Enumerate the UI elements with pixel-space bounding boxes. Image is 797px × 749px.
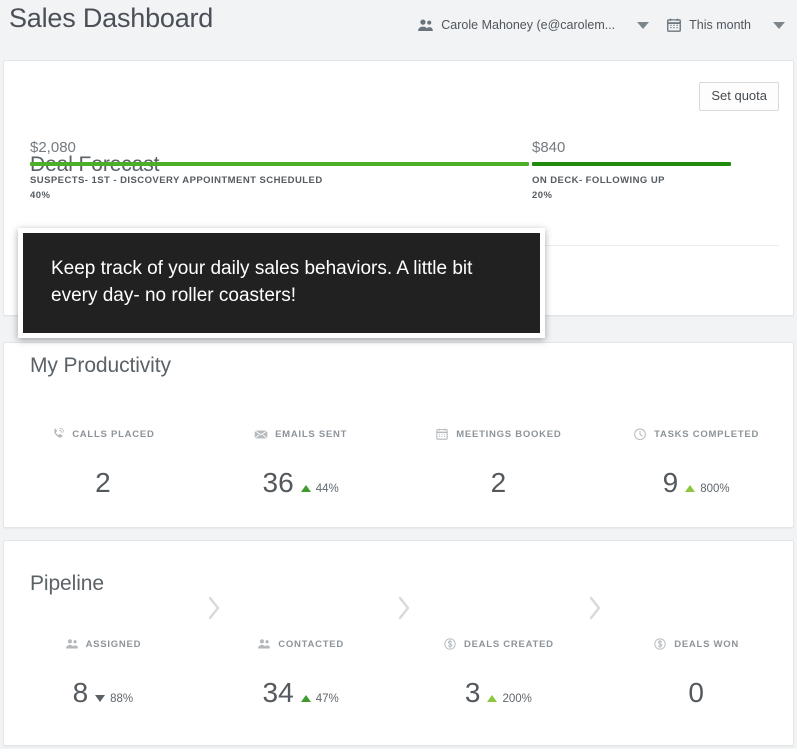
user-filter-label: Carole Mahoney (e@carolem... <box>441 18 616 32</box>
chevron-right-icon <box>587 593 604 623</box>
calendar-icon <box>435 427 449 441</box>
pipeline-stage-value-row: 34 47% <box>263 679 339 707</box>
triangle-up-icon <box>685 485 696 492</box>
pipeline-stage-value: 0 <box>688 677 704 708</box>
users-icon <box>65 637 79 651</box>
pipeline-stage-label: ASSIGNED <box>85 638 142 650</box>
pipeline-stage-delta-text: 88% <box>110 692 134 705</box>
productivity-metric-value: 2 <box>95 467 111 498</box>
set-quota-button[interactable]: Set quota <box>699 82 779 112</box>
period-filter-chevron-down-icon[interactable] <box>773 21 785 29</box>
productivity-metric-label: MEETINGS BOOKED <box>456 428 562 440</box>
productivity-metric-value-row: 9 800% <box>663 469 730 497</box>
user-filter-chevron-down-icon[interactable] <box>637 21 650 29</box>
header-controls: Carole Mahoney (e@carolem... This month <box>413 12 789 38</box>
forecast-segment-amount: $840 <box>532 139 566 156</box>
triangle-up-icon <box>300 485 311 492</box>
pipeline-stage-label: DEALS WON <box>674 638 740 650</box>
productivity-metric-value: 36 <box>262 467 294 498</box>
productivity-metric-value-row: 2 <box>95 469 111 497</box>
pipeline-stage-value: 8 <box>72 677 89 708</box>
forecast-segment-percent: 40% <box>30 190 51 201</box>
pipeline-stage[interactable]: DEALS CREATED 3 200% <box>400 635 598 707</box>
user-filter-select[interactable]: Carole Mahoney (e@carolem... <box>413 12 619 38</box>
pipeline-stage-label: DEALS CREATED <box>463 638 554 650</box>
pipeline-stage-delta: 200% <box>487 692 532 705</box>
coaching-tooltip[interactable]: Keep track of your daily sales behaviors… <box>18 228 545 338</box>
period-filter-label: This month <box>689 18 751 32</box>
forecast-segment-bar <box>532 162 731 166</box>
productivity-metric-label: CALLS PLACED <box>72 428 155 440</box>
productivity-metric-value-row: 2 <box>491 469 507 497</box>
period-filter-select[interactable]: This month <box>661 12 755 38</box>
users-icon <box>257 637 271 651</box>
productivity-metric-label: EMAILS SENT <box>275 428 348 440</box>
phone-icon <box>51 427 65 441</box>
productivity-metric-delta: 800% <box>685 482 730 495</box>
page-header: Sales Dashboard Carole Mahoney (e@carole… <box>0 0 797 58</box>
productivity-metric[interactable]: EMAILS SENT 36 44% <box>202 425 400 497</box>
pipeline-stage-value: 34 <box>262 677 294 708</box>
forecast-segment-stage: SUSPECTS- 1ST - DISCOVERY APPOINTMENT SC… <box>30 175 323 186</box>
pipeline-stage-value: 3 <box>464 677 481 708</box>
productivity-metric-value-row: 36 44% <box>263 469 339 497</box>
users-icon <box>417 17 434 34</box>
dollar-icon <box>443 637 457 651</box>
pipeline-stage-value-row: 0 <box>688 679 704 707</box>
pipeline-stage-header: DEALS CREATED <box>443 635 554 653</box>
pipeline-stage-label: CONTACTED <box>278 638 344 650</box>
pipeline-card: Pipeline ASSIGNED 8 88% CONTACTED 34 47% DEALS… <box>3 540 794 746</box>
forecast-segment-percent: 20% <box>532 190 553 201</box>
forecast-segment-amount: $2,080 <box>30 139 76 156</box>
envelope-icon <box>254 427 268 441</box>
pipeline-title: Pipeline <box>30 572 104 595</box>
triangle-up-icon <box>300 695 311 702</box>
chevron-right-icon <box>206 593 223 623</box>
productivity-metric-header: MEETINGS BOOKED <box>435 425 561 443</box>
chevron-right-icon <box>396 593 413 623</box>
coaching-tooltip-text: Keep track of your daily sales behaviors… <box>51 258 473 306</box>
pipeline-stage-delta: 88% <box>95 693 133 705</box>
pipeline-stage-delta-text: 200% <box>502 692 532 705</box>
coaching-tooltip-body: Keep track of your daily sales behaviors… <box>23 233 540 333</box>
pipeline-stage[interactable]: CONTACTED 34 47% <box>202 635 400 707</box>
calendar-icon <box>665 17 682 34</box>
productivity-metric[interactable]: MEETINGS BOOKED 2 <box>400 425 598 497</box>
productivity-metric[interactable]: TASKS COMPLETED 9 800% <box>597 425 795 497</box>
productivity-metric-grid: CALLS PLACED 2 EMAILS SENT 36 44% MEETINGS BO… <box>4 425 795 497</box>
dollar-icon <box>653 637 667 651</box>
productivity-metric[interactable]: CALLS PLACED 2 <box>4 425 202 497</box>
productivity-metric-header: EMAILS SENT <box>254 425 347 443</box>
forecast-segment-list: $2,080 SUSPECTS- 1ST - DISCOVERY APPOINT… <box>4 139 795 214</box>
productivity-metric-header: TASKS COMPLETED <box>633 425 759 443</box>
pipeline-stage[interactable]: DEALS WON 0 <box>597 635 795 707</box>
productivity-metric-value: 2 <box>490 467 507 498</box>
pipeline-stage-header: CONTACTED <box>257 635 344 653</box>
forecast-segment[interactable]: $2,080 SUSPECTS- 1ST - DISCOVERY APPOINT… <box>30 139 529 201</box>
forecast-segment-stage: ON DECK- FOLLOWING UP <box>532 175 665 186</box>
clock-icon <box>633 427 647 441</box>
pipeline-stage-delta: 47% <box>300 692 339 705</box>
triangle-up-icon <box>487 695 498 702</box>
productivity-metric-header: CALLS PLACED <box>51 425 154 443</box>
my-productivity-card: My Productivity CALLS PLACED 2 EMAILS SENT… <box>3 342 794 528</box>
pipeline-stage-value-row: 8 88% <box>73 679 134 707</box>
productivity-metric-value: 9 <box>662 467 679 498</box>
productivity-metric-delta-text: 44% <box>315 482 339 495</box>
pipeline-stage-value-row: 3 200% <box>465 679 532 707</box>
pipeline-stage-delta-text: 47% <box>315 692 339 705</box>
pipeline-stage-header: DEALS WON <box>653 635 739 653</box>
triangle-down-icon <box>95 695 106 702</box>
forecast-segment-bar <box>30 162 529 166</box>
productivity-metric-delta: 44% <box>300 482 339 495</box>
pipeline-stage-grid: ASSIGNED 8 88% CONTACTED 34 47% DEALS CREATED 3… <box>4 635 795 707</box>
pipeline-stage-header: ASSIGNED <box>65 635 142 653</box>
sales-dashboard-page: Sales Dashboard Carole Mahoney (e@carole… <box>0 0 797 749</box>
pipeline-stage[interactable]: ASSIGNED 8 88% <box>4 635 202 707</box>
page-title: Sales Dashboard <box>9 3 214 33</box>
productivity-metric-delta-text: 800% <box>700 482 730 495</box>
productivity-metric-label: TASKS COMPLETED <box>654 428 760 440</box>
forecast-segment[interactable]: $840 ON DECK- FOLLOWING UP 20% <box>532 139 731 201</box>
my-productivity-title: My Productivity <box>30 354 171 377</box>
